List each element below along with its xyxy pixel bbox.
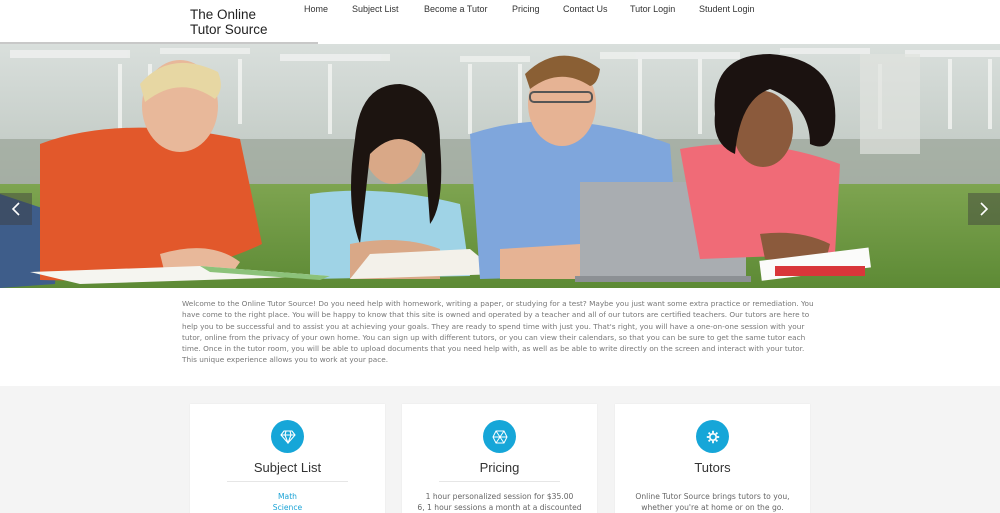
brand-line-1: The Online bbox=[190, 7, 257, 22]
card-title: Tutors bbox=[694, 460, 731, 475]
nav-tutor-login[interactable]: Tutor Login bbox=[630, 4, 675, 14]
card-links: Math Science bbox=[200, 491, 375, 513]
site-brand[interactable]: The Online Tutor Source bbox=[190, 7, 268, 37]
gear-icon[interactable] bbox=[696, 420, 729, 453]
feature-section: Subject List Math Science Pricing 1 hour… bbox=[0, 386, 1000, 513]
card-body: Online Tutor Source brings tutors to you… bbox=[625, 491, 800, 513]
tutors-line-2: whether you're at home or on the go. Con… bbox=[641, 503, 784, 513]
nav-home[interactable]: Home bbox=[304, 4, 328, 14]
card-pricing: Pricing 1 hour personalized session for … bbox=[402, 404, 597, 513]
card-subject-list: Subject List Math Science bbox=[190, 404, 385, 513]
nav-student-login[interactable]: Student Login bbox=[699, 4, 755, 14]
tutors-line-1: Online Tutor Source brings tutors to you… bbox=[635, 492, 790, 501]
diamond-icon[interactable] bbox=[271, 420, 304, 453]
card-divider bbox=[439, 481, 560, 482]
site-header: The Online Tutor Source Home Subject Lis… bbox=[0, 0, 1000, 44]
card-body: 1 hour personalized session for $35.00 6… bbox=[412, 491, 587, 513]
card-divider bbox=[227, 481, 348, 482]
card-title: Pricing bbox=[479, 460, 520, 475]
subject-link-science[interactable]: Science bbox=[200, 502, 375, 513]
chevron-right-icon bbox=[980, 202, 989, 216]
carousel-next-button[interactable] bbox=[968, 193, 1000, 225]
card-title: Subject List bbox=[253, 460, 322, 475]
carousel-prev-button[interactable] bbox=[0, 193, 32, 225]
chevron-left-icon bbox=[11, 202, 20, 216]
intro-paragraph: Welcome to the Online Tutor Source! Do y… bbox=[182, 299, 814, 365]
brand-line-2: Tutor Source bbox=[190, 22, 268, 37]
card-tutors: Tutors Online Tutor Source brings tutors… bbox=[615, 404, 810, 513]
hero-image bbox=[0, 44, 1000, 288]
nav-become-a-tutor[interactable]: Become a Tutor bbox=[424, 4, 488, 14]
cube-icon[interactable] bbox=[483, 420, 516, 453]
pricing-line-1: 1 hour personalized session for $35.00 bbox=[425, 492, 574, 501]
nav-subject-list[interactable]: Subject List bbox=[352, 4, 399, 14]
pricing-line-2: 6, 1 hour sessions a month at a discount… bbox=[417, 503, 582, 513]
subject-link-math[interactable]: Math bbox=[200, 491, 375, 502]
nav-pricing[interactable]: Pricing bbox=[512, 4, 540, 14]
nav-contact-us[interactable]: Contact Us bbox=[563, 4, 608, 14]
hero-carousel bbox=[0, 44, 1000, 288]
